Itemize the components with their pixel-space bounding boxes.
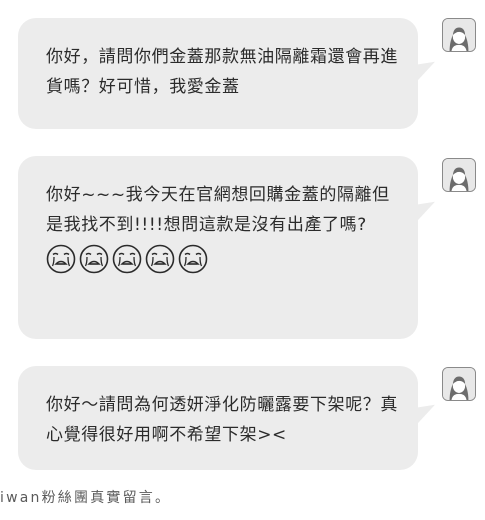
crying-face-icon xyxy=(79,244,109,274)
user-avatar-icon[interactable] xyxy=(442,367,476,401)
comment-bubble: 你好~~~我今天在官網想回購金蓋的隔離但是我找不到!!!!想問這款是沒有出產了嗎… xyxy=(18,156,418,339)
comment-text: 你好，請問你們金蓋那款無油隔離霜還會再進貨嗎？好可惜，我愛金蓋 xyxy=(46,47,398,97)
crying-face-icon xyxy=(112,244,142,274)
crying-face-icon xyxy=(178,244,208,274)
footer-caption: iwan粉絲團真實留言。 xyxy=(0,490,172,506)
comment-text: 你好~~~我今天在官網想回購金蓋的隔離但是我找不到!!!!想問這款是沒有出產了嗎… xyxy=(46,185,390,235)
comment-bubble: 你好，請問你們金蓋那款無油隔離霜還會再進貨嗎？好可惜，我愛金蓋 xyxy=(18,18,418,129)
crying-face-icon xyxy=(145,244,175,274)
comment-text: 你好～請問為何透妍淨化防曬露要下架呢？真心覺得很好用啊不希望下架>< xyxy=(46,395,398,445)
crying-face-icon xyxy=(46,244,76,274)
comment-bubble: 你好～請問為何透妍淨化防曬露要下架呢？真心覺得很好用啊不希望下架>< xyxy=(18,366,418,470)
user-avatar-icon[interactable] xyxy=(442,158,476,192)
emoji-row xyxy=(46,244,398,274)
user-avatar-icon[interactable] xyxy=(442,18,476,52)
